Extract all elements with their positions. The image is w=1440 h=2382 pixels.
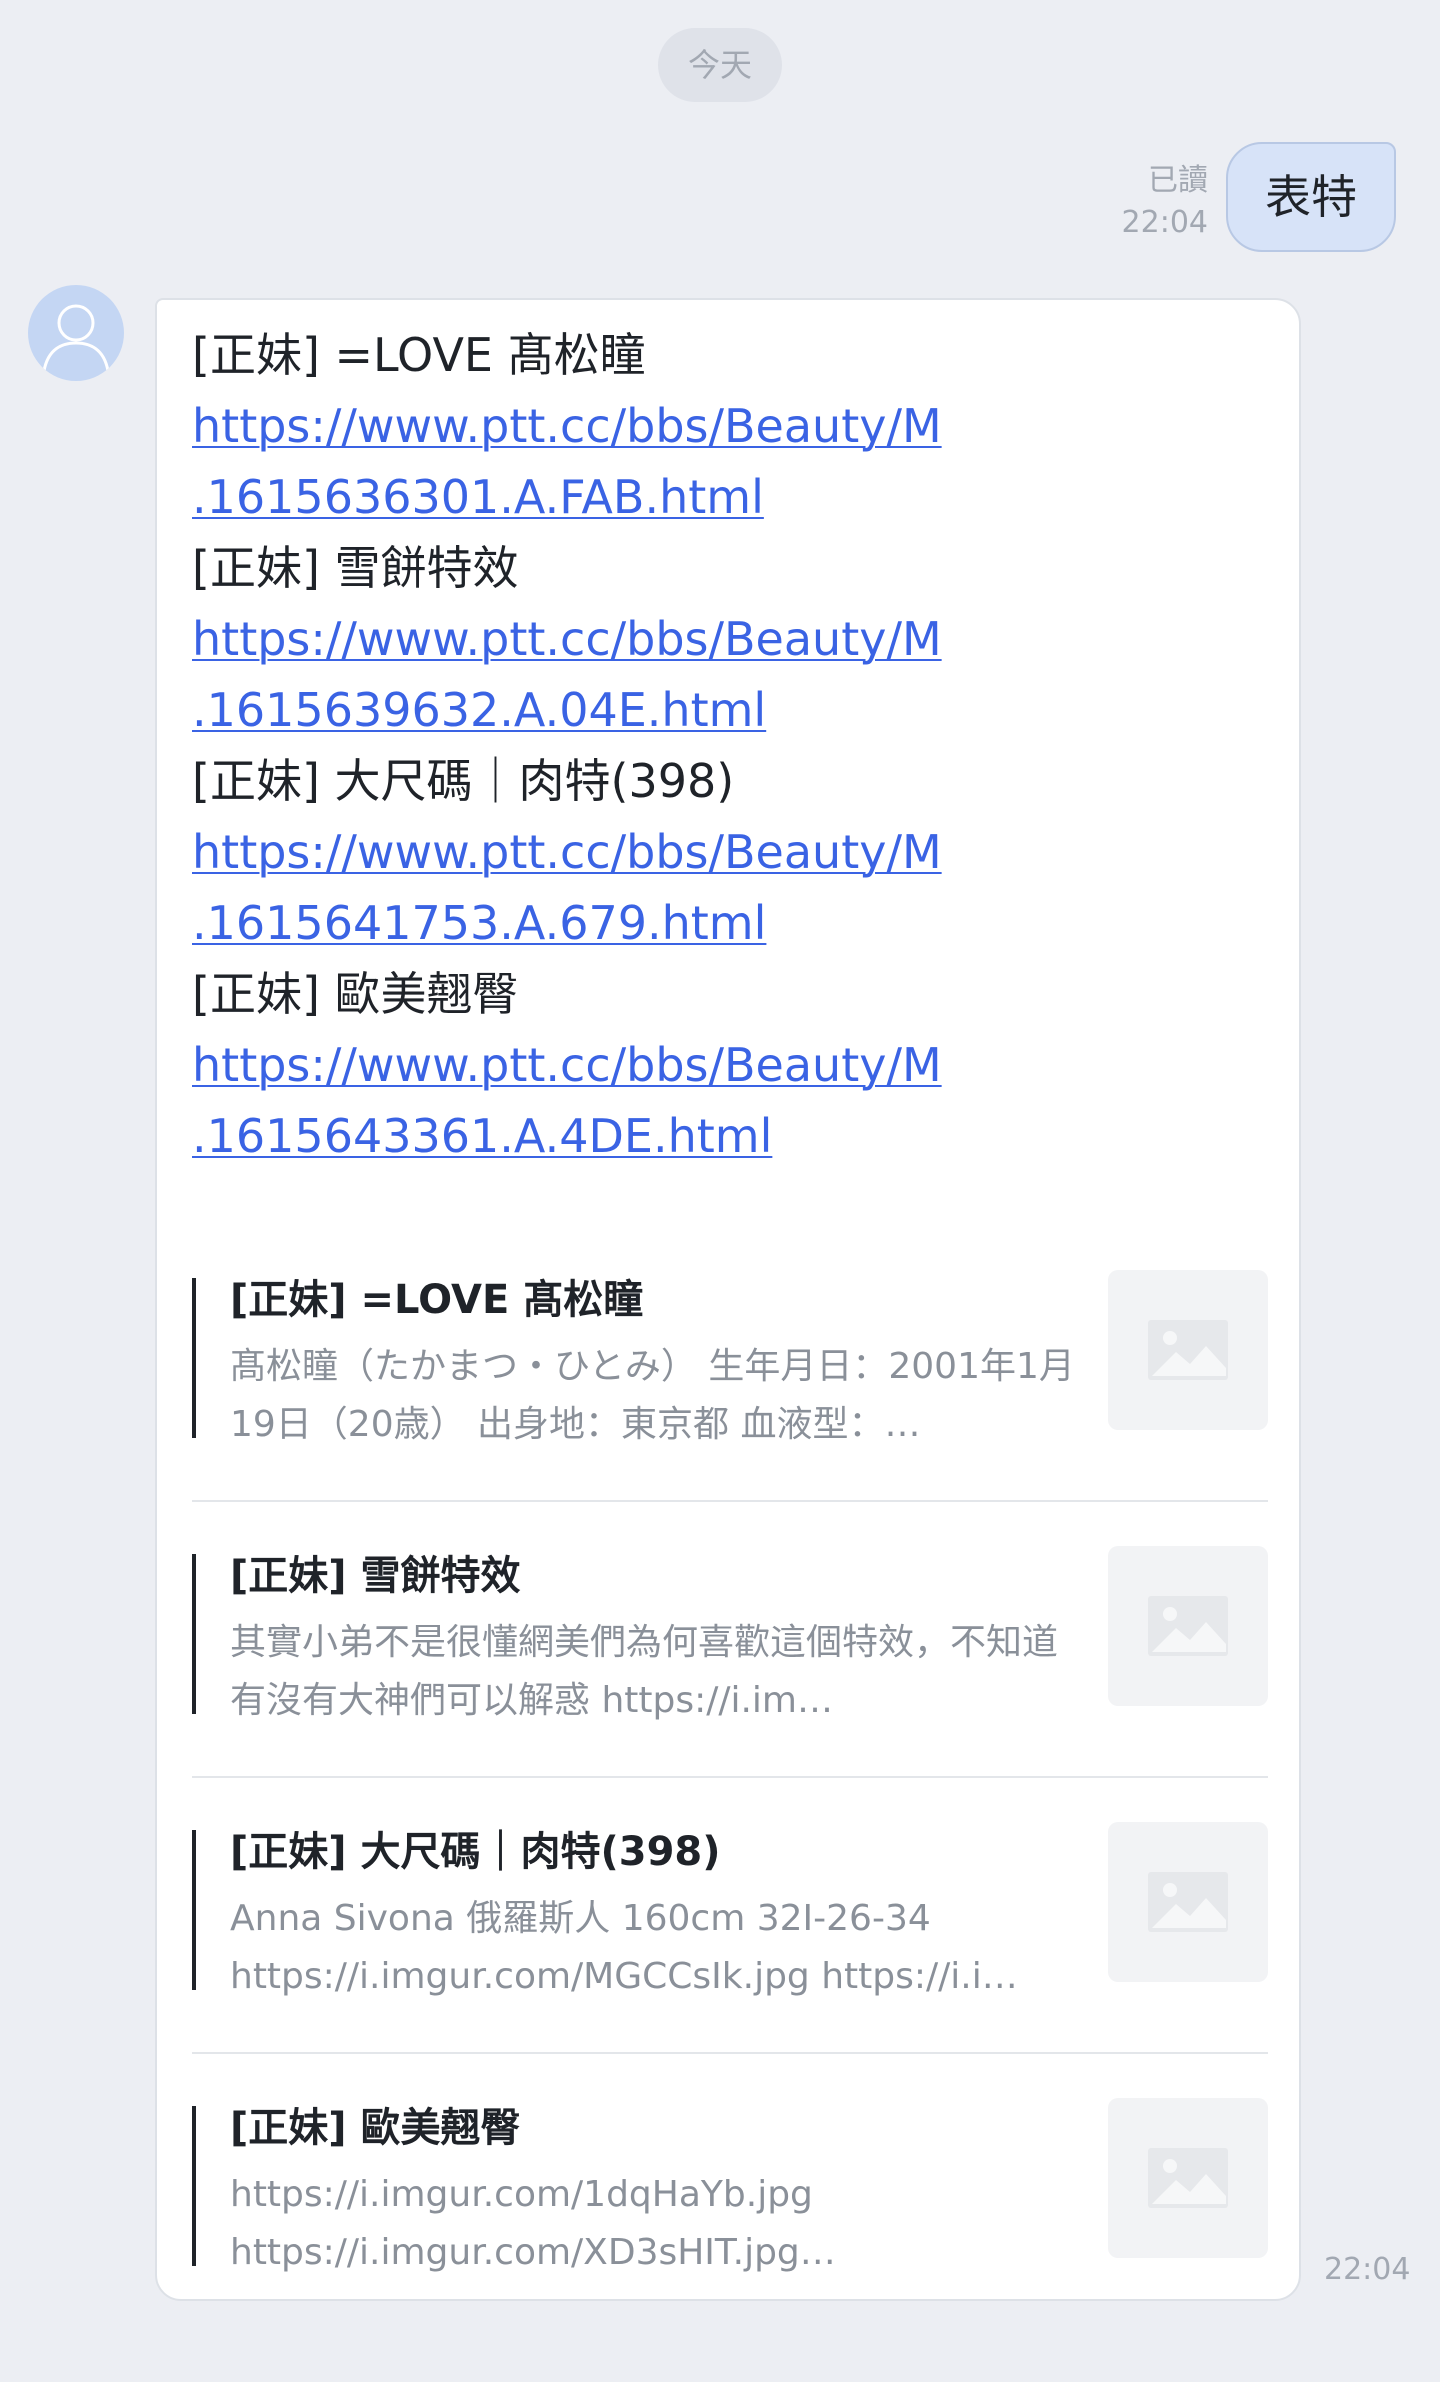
preview-title: [正妹] 雪餅特效: [230, 1553, 521, 1599]
post-entry: [正妹] =LOVE 髙松瞳 https://www.ptt.cc/bbs/Be…: [192, 320, 1012, 533]
outgoing-message-bubble[interactable]: 表特: [1226, 142, 1396, 252]
link-preview-card[interactable]: [正妹] 雪餅特效 其實小弟不是很懂網美們為何喜歡這個特效，不知道有沒有大神們可…: [192, 1546, 1268, 1830]
preview-thumbnail[interactable]: [1108, 1270, 1268, 1430]
post-entry: [正妹] 大尺碼｜肉特(398) https://www.ptt.cc/bbs/…: [192, 746, 1012, 959]
contact-avatar[interactable]: [28, 285, 124, 381]
post-title: [正妹] 歐美翹臀: [192, 967, 519, 1021]
preview-divider: [192, 2052, 1268, 2054]
preview-divider: [192, 1500, 1268, 1502]
post-link-continued[interactable]: .1615641753.A.679.html: [192, 896, 766, 950]
preview-thumbnail[interactable]: [1108, 1822, 1268, 1982]
link-preview-card[interactable]: [正妹] 歐美翹臀 https://i.imgur.com/1dqHaYb.jp…: [192, 2098, 1268, 2382]
preview-accent-bar: [192, 1554, 196, 1714]
preview-description: https://i.imgur.com/1dqHaYb.jpg https://…: [230, 2174, 813, 2273]
preview-title: [正妹] =LOVE 髙松瞳: [230, 1277, 644, 1323]
post-link-continued[interactable]: .1615636301.A.FAB.html: [192, 470, 764, 524]
post-title: [正妹] 雪餅特效: [192, 541, 519, 595]
incoming-message-bubble[interactable]: [正妹] =LOVE 髙松瞳 https://www.ptt.cc/bbs/Be…: [155, 298, 1301, 2301]
post-title: [正妹] =LOVE 髙松瞳: [192, 328, 646, 382]
outgoing-message-meta: 已讀 22:04: [1122, 160, 1208, 244]
preview-thumbnail[interactable]: [1108, 1546, 1268, 1706]
post-title: [正妹] 大尺碼｜肉特(398): [192, 754, 735, 808]
preview-title: [正妹] 歐美翹臀: [230, 2105, 521, 2151]
preview-description: Anna Sivona 俄羅斯人 160cm 32I-26-34 https:/…: [230, 1898, 1018, 1997]
outgoing-timestamp: 22:04: [1121, 205, 1208, 240]
post-link[interactable]: https://www.ptt.cc/bbs/Beauty/M: [192, 399, 942, 453]
preview-divider: [192, 1776, 1268, 1778]
incoming-timestamp: 22:04: [1324, 2252, 1411, 2287]
post-link-continued[interactable]: .1615643361.A.4DE.html: [192, 1109, 772, 1163]
default-user-icon: [42, 304, 110, 372]
preview-thumbnail[interactable]: [1108, 2098, 1268, 2258]
link-preview-card[interactable]: [正妹] 大尺碼｜肉特(398) Anna Sivona 俄羅斯人 160cm …: [192, 1822, 1268, 2106]
date-separator: 今天: [658, 28, 782, 102]
read-receipt: 已讀: [1148, 163, 1208, 198]
post-link[interactable]: https://www.ptt.cc/bbs/Beauty/M: [192, 825, 942, 879]
link-preview-card[interactable]: [正妹] =LOVE 髙松瞳 髙松瞳（たかまつ・ひとみ） 生年月日：2001年1…: [192, 1270, 1268, 1554]
preview-accent-bar: [192, 1278, 196, 1438]
preview-accent-bar: [192, 1830, 196, 1990]
preview-accent-bar: [192, 2106, 196, 2266]
image-placeholder-icon: [1148, 1596, 1228, 1656]
preview-description: 髙松瞳（たかまつ・ひとみ） 生年月日：2001年1月19日（20歳） 出身地：東…: [230, 1346, 1075, 1445]
post-entry: [正妹] 歐美翹臀 https://www.ptt.cc/bbs/Beauty/…: [192, 959, 1012, 1172]
preview-title: [正妹] 大尺碼｜肉特(398): [230, 1829, 721, 1875]
post-entry: [正妹] 雪餅特效 https://www.ptt.cc/bbs/Beauty/…: [192, 533, 1012, 746]
post-link[interactable]: https://www.ptt.cc/bbs/Beauty/M: [192, 1038, 942, 1092]
image-placeholder-icon: [1148, 1320, 1228, 1380]
preview-description: 其實小弟不是很懂網美們為何喜歡這個特效，不知道有沒有大神們可以解惑 https:…: [230, 1622, 1059, 1721]
post-link[interactable]: https://www.ptt.cc/bbs/Beauty/M: [192, 612, 942, 666]
image-placeholder-icon: [1148, 2148, 1228, 2208]
post-link-continued[interactable]: .1615639632.A.04E.html: [192, 683, 766, 737]
image-placeholder-icon: [1148, 1872, 1228, 1932]
message-text: [正妹] =LOVE 髙松瞳 https://www.ptt.cc/bbs/Be…: [192, 320, 1012, 1172]
